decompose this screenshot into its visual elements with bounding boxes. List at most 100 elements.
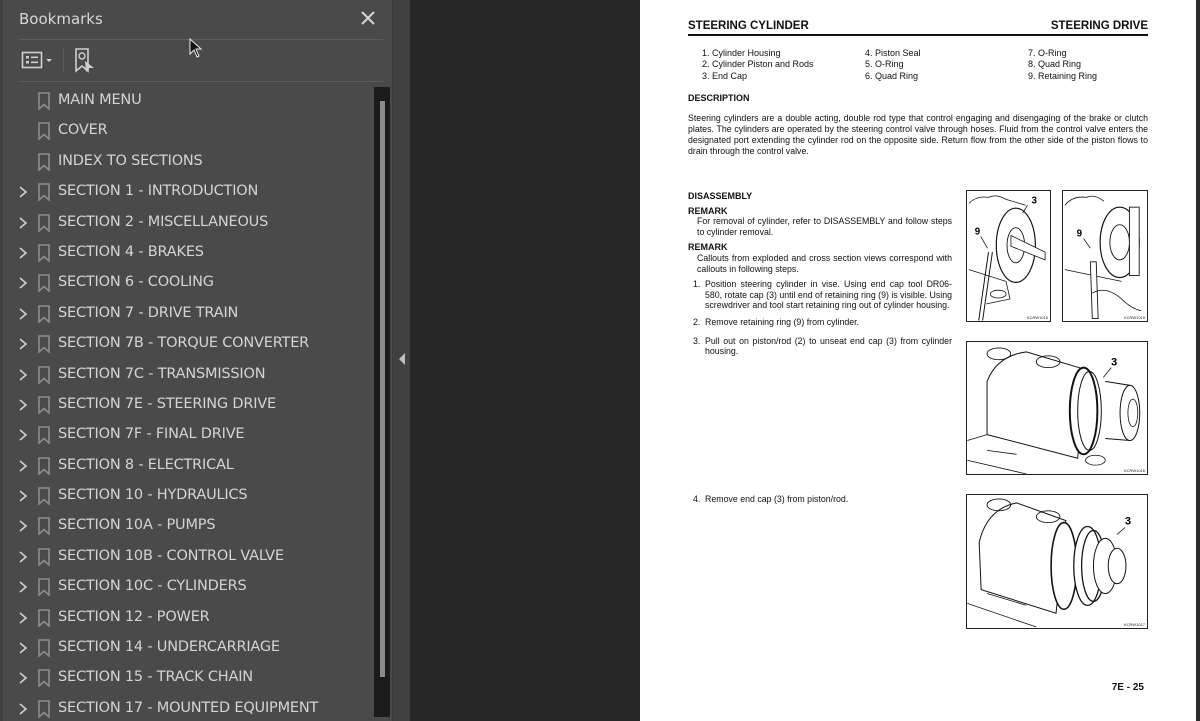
bookmarks-panel-title: Bookmarks (19, 10, 103, 28)
callout-label: 3 (1125, 516, 1131, 528)
bookmark-label: SECTION 10C - CYLINDERS (58, 578, 247, 595)
bookmark-item[interactable]: COVER (3, 116, 373, 146)
bookmark-label: SECTION 1 - INTRODUCTION (58, 183, 259, 200)
bookmark-item[interactable]: SECTION 12 - POWER (3, 603, 373, 633)
bookmark-item[interactable]: SECTION 6 - COOLING (3, 268, 373, 298)
chevron-right-icon[interactable] (18, 246, 28, 260)
cylinder-illustration: 3 (967, 347, 1141, 474)
close-icon (361, 11, 375, 25)
bookmark-item[interactable]: SECTION 10B - CONTROL VALVE (3, 542, 373, 572)
collapse-left-icon[interactable] (398, 352, 406, 366)
bookmark-label: SECTION 7F - FINAL DRIVE (58, 426, 245, 443)
close-bookmarks-button[interactable] (359, 9, 377, 27)
bookmark-label: SECTION 14 - UNDERCARRIAGE (58, 639, 280, 656)
bookmark-icon (38, 304, 50, 323)
bookmark-label: SECTION 7C - TRANSMISSION (58, 365, 266, 382)
chevron-right-icon[interactable] (18, 307, 28, 321)
figure-unseat-end-cap: 3 KCRW1016 (966, 341, 1148, 475)
bookmark-item[interactable]: SECTION 7F - FINAL DRIVE (3, 420, 373, 450)
remark-title: REMARK (688, 242, 728, 253)
chevron-right-icon[interactable] (18, 185, 28, 199)
bookmark-icon (38, 426, 50, 445)
bookmark-item[interactable]: SECTION 7B - TORQUE CONVERTER (3, 329, 373, 359)
part-item: 7. O-Ring (1028, 48, 1067, 58)
bookmark-item[interactable]: SECTION 4 - BRAKES (3, 238, 373, 268)
figure-id: KCRW1016 (1123, 468, 1145, 473)
bookmark-item[interactable]: SECTION 7C - TRANSMISSION (3, 360, 373, 390)
cylinder-illustration: 9 (1064, 195, 1142, 319)
cylinder-illustration: 3 (967, 498, 1131, 628)
part-item: 5. O-Ring (865, 59, 904, 70)
chevron-right-icon[interactable] (18, 702, 28, 716)
bookmark-item[interactable]: SECTION 2 - MISCELLANEOUS (3, 208, 373, 238)
dropdown-caret-icon (46, 59, 52, 62)
chevron-right-icon[interactable] (18, 337, 28, 351)
bookmark-label: SECTION 10A - PUMPS (58, 517, 216, 534)
bookmark-item[interactable]: SECTION 10 - HYDRAULICS (3, 481, 373, 511)
remark-text: Callouts from exploded and cross section… (697, 252, 952, 274)
bookmark-item[interactable]: SECTION 7E - STEERING DRIVE (3, 390, 373, 420)
find-current-bookmark-button[interactable] (71, 46, 97, 74)
bookmarks-toolbar (19, 46, 379, 74)
bookmark-item[interactable]: SECTION 15 - TRACK CHAIN (3, 663, 373, 693)
figure-id: KCRW1016 (1026, 315, 1048, 320)
bookmark-item[interactable]: INDEX TO SECTIONS (3, 147, 373, 177)
bookmark-options-button[interactable] (21, 48, 55, 72)
bookmark-label: SECTION 7B - TORQUE CONVERTER (58, 335, 310, 352)
chevron-right-icon[interactable] (18, 276, 28, 290)
bookmark-label: SECTION 17 - MOUNTED EQUIPMENT (58, 699, 319, 716)
bookmark-label: SECTION 15 - TRACK CHAIN (58, 669, 253, 686)
step-item: 2. Remove retaining ring (9) from cylind… (688, 317, 952, 328)
bookmark-icon (38, 487, 50, 506)
bookmark-label: INDEX TO SECTIONS (58, 152, 203, 169)
step-number: 3. (693, 335, 701, 346)
scrollbar-thumb[interactable] (380, 101, 385, 677)
bookmark-item[interactable]: SECTION 8 - ELECTRICAL (3, 451, 373, 481)
part-item: 9. Retaining Ring (1028, 70, 1098, 81)
chevron-right-icon[interactable] (18, 368, 28, 382)
chevron-right-icon[interactable] (18, 398, 28, 412)
bookmark-icon (38, 152, 50, 171)
bookmark-label: SECTION 10B - CONTROL VALVE (58, 547, 284, 564)
chevron-right-icon[interactable] (18, 489, 28, 503)
remark-text: For removal of cylinder, refer to DISASS… (697, 216, 952, 237)
part-item: 4. Piston Seal (865, 48, 921, 58)
bookmark-item[interactable]: SECTION 10C - CYLINDERS (3, 572, 373, 602)
bookmark-icon (38, 639, 50, 658)
bookmark-item[interactable]: SECTION 7 - DRIVE TRAIN (3, 299, 373, 329)
bookmark-icon (38, 365, 50, 384)
part-item: 6. Quad Ring (865, 70, 919, 81)
chevron-right-icon[interactable] (18, 428, 28, 442)
parts-list-column: 1. Cylinder Housing 2. Cylinder Piston a… (702, 48, 814, 82)
find-current-bookmark-icon (75, 48, 94, 73)
bookmark-item[interactable]: SECTION 14 - UNDERCARRIAGE (3, 633, 373, 663)
bookmark-icon (38, 213, 50, 232)
step-item: 4. Remove end cap (3) from piston/rod. (688, 494, 952, 505)
page-number: 7E - 25 (1111, 682, 1144, 693)
bookmark-icon (38, 700, 50, 718)
bookmark-label: SECTION 8 - ELECTRICAL (58, 456, 234, 473)
bookmark-label: SECTION 4 - BRAKES (58, 243, 204, 260)
bookmark-list-scrollbar[interactable] (374, 87, 390, 717)
chevron-right-icon[interactable] (18, 216, 28, 230)
chevron-right-icon[interactable] (18, 611, 28, 625)
step-text: Position steering cylinder in vise. Usin… (705, 279, 952, 311)
remark-title: REMARK (688, 205, 728, 216)
callout-label: 3 (1111, 357, 1117, 369)
chevron-right-icon[interactable] (18, 519, 28, 533)
chevron-right-icon[interactable] (18, 550, 28, 564)
description-heading: DESCRIPTION (688, 93, 750, 103)
bookmark-item[interactable]: SECTION 17 - MOUNTED EQUIPMENT (3, 694, 373, 721)
chevron-right-icon[interactable] (18, 580, 28, 594)
chevron-right-icon[interactable] (18, 671, 28, 685)
part-item: 1. Cylinder Housing (702, 48, 781, 58)
header-rule (688, 34, 1148, 36)
document-viewer[interactable]: STEERING CYLINDER STEERING DRIVE 1. Cyli… (410, 0, 1200, 721)
bookmark-item[interactable]: SECTION 1 - INTRODUCTION (3, 177, 373, 207)
panel-splitter[interactable] (392, 0, 410, 721)
bookmark-item[interactable]: MAIN MENU (3, 86, 373, 116)
bookmark-item[interactable]: SECTION 10A - PUMPS (3, 511, 373, 541)
chevron-right-icon[interactable] (18, 459, 28, 473)
bookmark-label: SECTION 2 - MISCELLANEOUS (58, 213, 269, 230)
chevron-right-icon[interactable] (18, 641, 28, 655)
